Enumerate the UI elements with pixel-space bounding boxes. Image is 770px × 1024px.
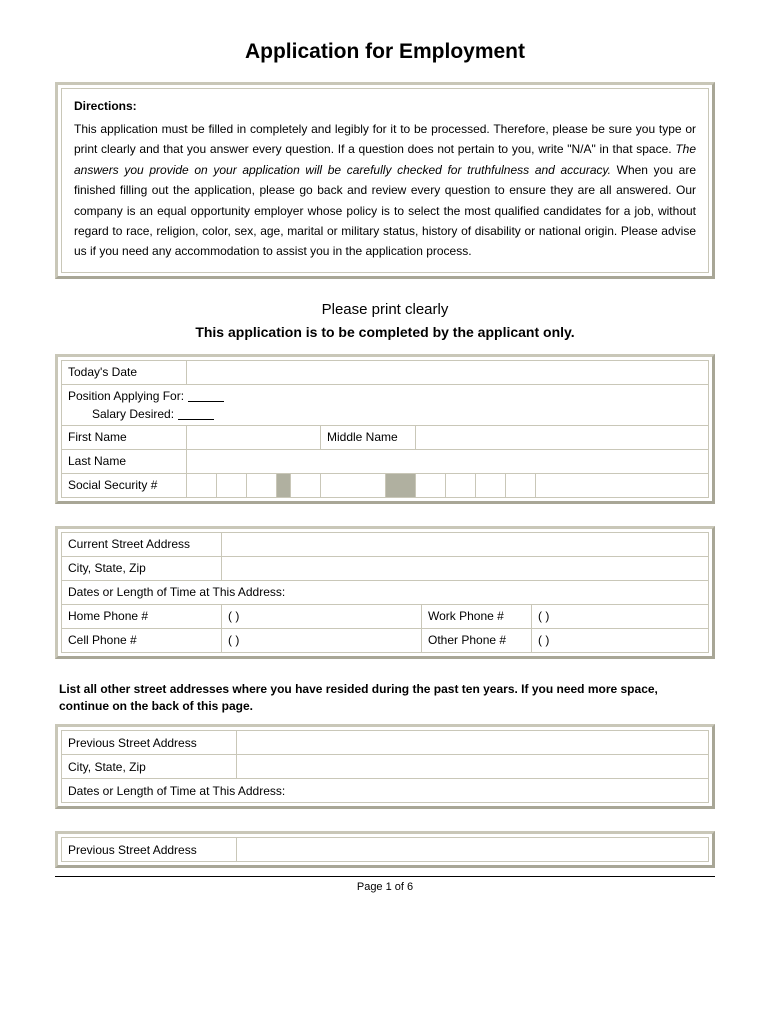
ssn-dash-2 <box>385 473 415 497</box>
directions-panel: Directions: This application must be fil… <box>55 82 715 279</box>
last-name-label: Last Name <box>62 449 187 473</box>
work-phone-field[interactable]: ( ) <box>532 604 709 628</box>
todays-date-label: Today's Date <box>62 360 187 384</box>
dates-at-address-label: Dates or Length of Time at This Address: <box>62 580 709 604</box>
page-footer: Page 1 of 6 <box>55 876 715 893</box>
ssn-label: Social Security # <box>62 473 187 497</box>
ssn-digit-9[interactable] <box>506 473 536 497</box>
print-clearly-label: Please print clearly <box>55 301 715 318</box>
home-phone-field[interactable]: ( ) <box>222 604 422 628</box>
directions-p1: This application must be filled in compl… <box>74 122 696 156</box>
first-name-field[interactable] <box>187 425 321 449</box>
first-name-label: First Name <box>62 425 187 449</box>
current-address-label: Current Street Address <box>62 532 222 556</box>
cell-phone-field[interactable]: ( ) <box>222 628 422 652</box>
personal-info-panel: Today's Date Position Applying For: Sala… <box>55 354 715 504</box>
ssn-dash-1 <box>277 473 291 497</box>
salary-label: Salary Desired: <box>92 407 174 421</box>
city-state-zip-field[interactable] <box>222 556 709 580</box>
prev-address-field-2[interactable] <box>237 838 709 862</box>
prev-dates-label-1: Dates or Length of Time at This Address: <box>62 779 709 803</box>
prev-dates-text-1: Dates or Length of Time at This Address: <box>68 784 285 798</box>
last-name-field[interactable] <box>187 449 709 473</box>
prev-address-field-1[interactable] <box>237 731 709 755</box>
home-phone-label: Home Phone # <box>62 604 222 628</box>
cell-phone-label: Cell Phone # <box>62 628 222 652</box>
applicant-only-label: This application is to be completed by t… <box>55 324 715 340</box>
middle-name-label: Middle Name <box>321 425 416 449</box>
position-row[interactable]: Position Applying For: Salary Desired: <box>62 384 709 425</box>
work-phone-label: Work Phone # <box>422 604 532 628</box>
ssn-digit-6[interactable] <box>416 473 446 497</box>
prev-city-label-1: City, State, Zip <box>62 755 237 779</box>
page-title: Application for Employment <box>55 40 715 64</box>
current-address-field[interactable] <box>222 532 709 556</box>
other-phone-field[interactable]: ( ) <box>532 628 709 652</box>
salary-underline[interactable] <box>178 409 214 420</box>
ssn-digit-1[interactable] <box>187 473 217 497</box>
prev-city-field-1[interactable] <box>237 755 709 779</box>
ssn-digit-4[interactable] <box>291 473 321 497</box>
ssn-digit-8[interactable] <box>476 473 506 497</box>
ssn-digit-2[interactable] <box>217 473 247 497</box>
directions-body: This application must be filled in compl… <box>74 119 696 262</box>
middle-name-field[interactable] <box>416 425 709 449</box>
ssn-filler <box>536 473 709 497</box>
todays-date-field[interactable] <box>187 360 709 384</box>
address-panel: Current Street Address City, State, Zip … <box>55 526 715 659</box>
city-state-zip-label: City, State, Zip <box>62 556 222 580</box>
previous-address-panel-1: Previous Street Address City, State, Zip… <box>55 724 715 809</box>
ssn-digit-7[interactable] <box>446 473 476 497</box>
prev-address-label-1: Previous Street Address <box>62 731 237 755</box>
position-label: Position Applying For: <box>68 389 184 403</box>
directions-heading: Directions: <box>74 99 696 113</box>
ssn-digit-3[interactable] <box>247 473 277 497</box>
ssn-digit-5[interactable] <box>321 473 386 497</box>
previous-address-instructions: List all other street addresses where yo… <box>59 681 711 715</box>
position-underline[interactable] <box>188 391 224 402</box>
previous-address-panel-2: Previous Street Address <box>55 831 715 868</box>
other-phone-label: Other Phone # <box>422 628 532 652</box>
prev-address-label-2: Previous Street Address <box>62 838 237 862</box>
